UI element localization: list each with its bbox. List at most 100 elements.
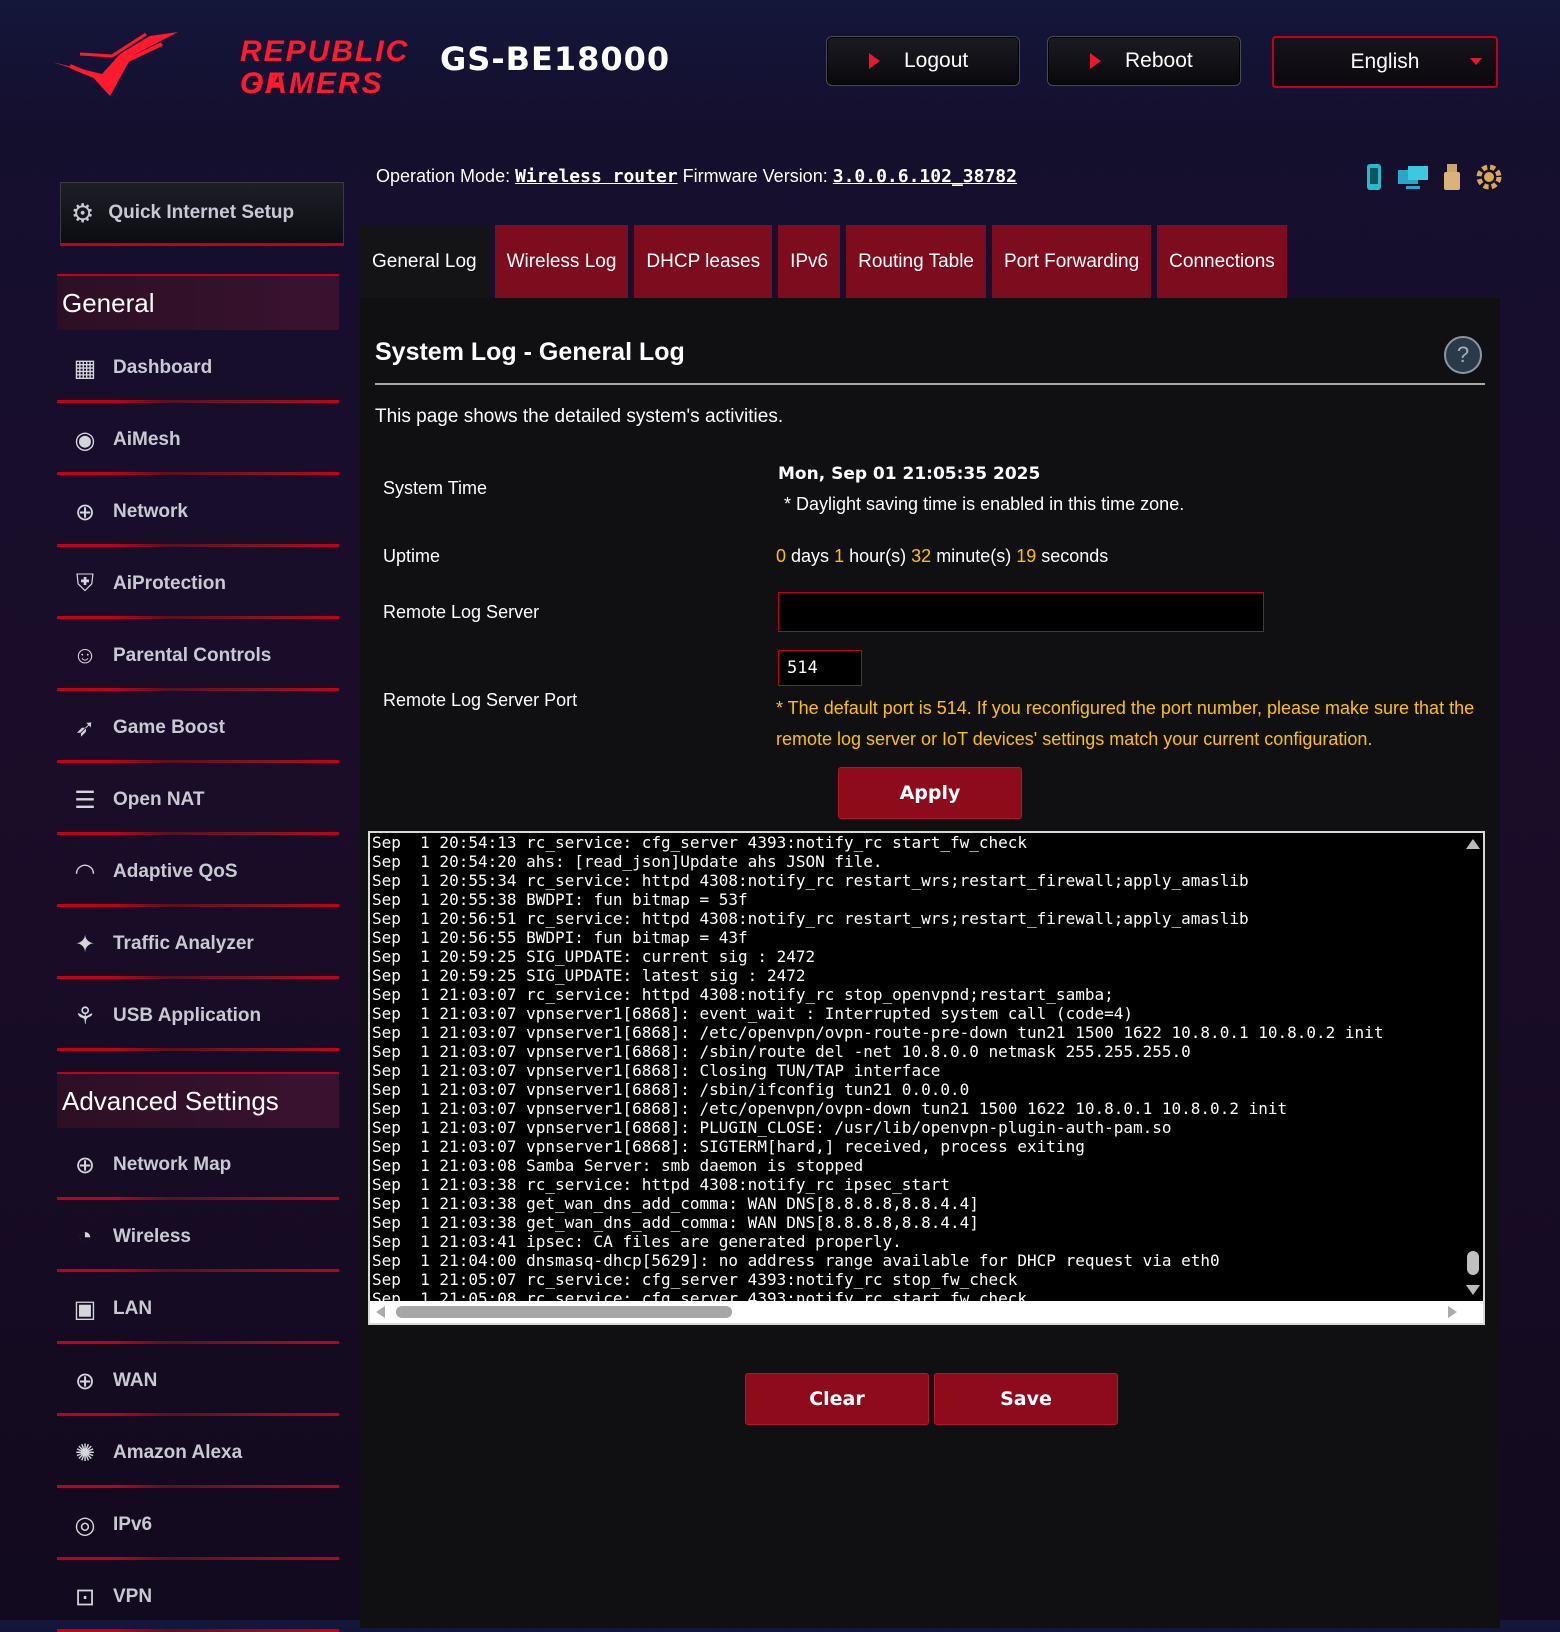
help-icon[interactable]: ? — [1444, 336, 1482, 374]
amazon-alexa-icon: ✺ — [74, 1439, 96, 1467]
log-line: Sep 1 21:03:07 vpnserver1[6868]: /etc/op… — [372, 1023, 1384, 1042]
model-name: GS-BE18000 — [440, 40, 671, 78]
rog-logo: REPUBLIC OF GAMERS — [50, 26, 430, 106]
sidebar-item-wan[interactable]: ⊕ WAN — [57, 1346, 339, 1416]
network-icon: ⊕ — [74, 498, 96, 526]
log-line: Sep 1 21:03:41 ipsec: CA files are gener… — [372, 1232, 902, 1251]
log-line: Sep 1 21:04:00 dnsmasq-dhcp[5629]: no ad… — [372, 1251, 1220, 1270]
uptime-hours-label: hour(s) — [849, 546, 907, 566]
sidebar-item-label: IPv6 — [113, 1514, 153, 1535]
wizard-icon: ⚙ — [71, 197, 95, 228]
dst-note: * Daylight saving time is enabled in thi… — [784, 494, 1185, 514]
usb-application-icon: ⚘ — [74, 1002, 96, 1030]
log-line: Sep 1 21:03:07 vpnserver1[6868]: SIGTERM… — [372, 1137, 1085, 1156]
sidebar-item-ipv6[interactable]: ◎ IPv6 — [57, 1490, 339, 1560]
usb-status-icon[interactable] — [1440, 162, 1464, 192]
reboot-button[interactable]: Reboot — [1047, 36, 1241, 86]
remote-log-server-label: Remote Log Server — [383, 602, 540, 622]
tab-routing-table[interactable]: Routing Table — [846, 225, 986, 298]
port-note: * The default port is 514. If you reconf… — [776, 698, 1475, 749]
network-map-icon: ⊕ — [74, 1151, 96, 1179]
sidebar-item-label: Game Boost — [113, 717, 225, 738]
sidebar-item-lan[interactable]: ▣ LAN — [57, 1274, 339, 1344]
log-line: Sep 1 20:55:38 BWDPI: fun bitmap = 53f — [372, 890, 748, 909]
wireless-icon: ◔ — [77, 1223, 93, 1250]
sidebar-item-label: LAN — [113, 1298, 153, 1319]
uptime-hours: 1 — [834, 546, 845, 566]
scroll-left-icon[interactable] — [376, 1306, 385, 1318]
log-textarea[interactable]: Sep 1 20:54:13 rc_service: cfg_server 43… — [368, 831, 1485, 1325]
tab-connections[interactable]: Connections — [1157, 225, 1287, 298]
sidebar-item-label: Network Map — [113, 1154, 232, 1175]
sidebar-item-network-map[interactable]: ⊕ Network Map — [57, 1130, 339, 1200]
logout-button[interactable]: Logout — [826, 36, 1020, 86]
uptime-days-label: days — [791, 546, 830, 566]
log-line: Sep 1 21:03:07 rc_service: httpd 4308:no… — [372, 985, 1114, 1004]
sidebar-item-aiprotection[interactable]: ⛨ AiProtection — [57, 549, 339, 619]
sidebar-item-aimesh[interactable]: ◉ AiMesh — [57, 405, 339, 475]
sidebar-item-adaptive-qos[interactable]: ◠ Adaptive QoS — [57, 837, 339, 907]
rog-eye-icon — [52, 32, 178, 96]
reboot-label: Reboot — [1125, 49, 1193, 72]
language-value: English — [1350, 50, 1420, 73]
game-boost-icon: ➶ — [74, 714, 96, 742]
log-line: Sep 1 20:56:55 BWDPI: fun bitmap = 43f — [372, 928, 748, 947]
firmware-link[interactable]: 3.0.0.6.102_38782 — [833, 166, 1017, 187]
tab-wireless-log[interactable]: Wireless Log — [494, 225, 629, 298]
vpn-icon: ⊡ — [74, 1583, 96, 1611]
scroll-down-icon[interactable] — [1466, 1285, 1480, 1295]
tab-port-forwarding[interactable]: Port Forwarding — [992, 225, 1152, 298]
tab-general-log[interactable]: General Log — [360, 225, 489, 298]
log-line: Sep 1 21:03:07 vpnserver1[6868]: Closing… — [372, 1061, 941, 1080]
sidebar-item-vpn[interactable]: ⊡ VPN — [57, 1562, 339, 1632]
mobile-app-icon[interactable] — [1362, 162, 1386, 192]
log-line: Sep 1 21:03:38 get_wan_dns_add_comma: WA… — [372, 1213, 979, 1232]
sidebar-item-network[interactable]: ⊕ Network — [57, 477, 339, 547]
firmware-label: Firmware Version: — [682, 166, 828, 186]
sidebar-item-open-nat[interactable]: ☰ Open NAT — [57, 765, 339, 835]
sidebar-item-wireless[interactable]: ◔ Wireless — [57, 1202, 339, 1272]
sidebar-item-label: Dashboard — [113, 357, 213, 378]
apply-button[interactable]: Apply — [838, 767, 1022, 819]
sidebar-item-traffic-analyzer[interactable]: ✦ Traffic Analyzer — [57, 909, 339, 979]
sidebar-item-usb-application[interactable]: ⚘ USB Application — [57, 981, 339, 1051]
sidebar-item-label: AiMesh — [113, 429, 181, 450]
arrow-right-icon — [1090, 53, 1101, 69]
sidebar-item-label: Parental Controls — [113, 645, 272, 666]
tab-dhcp-leases[interactable]: DHCP leases — [634, 225, 773, 298]
quick-internet-setup-button[interactable]: ⚙ Quick Internet Setup — [60, 182, 344, 246]
sidebar-item-dashboard[interactable]: ▦ Dashboard — [57, 333, 339, 403]
settings-gear-icon[interactable] — [1474, 162, 1504, 192]
arrow-right-icon — [869, 53, 880, 69]
remote-log-port-input[interactable]: 514 — [778, 650, 862, 686]
sidebar-item-amazon-alexa[interactable]: ✺ Amazon Alexa — [57, 1418, 339, 1488]
save-button[interactable]: Save — [934, 1373, 1118, 1425]
op-mode-link[interactable]: Wireless router — [515, 166, 678, 187]
sidebar-item-label: Wireless — [113, 1226, 191, 1247]
status-icons — [1362, 162, 1504, 192]
horizontal-scrollbar[interactable] — [370, 1301, 1483, 1323]
sidebar-item-label: VPN — [113, 1586, 153, 1607]
sidebar-item-parental-controls[interactable]: ☺ Parental Controls — [57, 621, 339, 691]
log-line: Sep 1 21:05:08 rc_service: cfg_server 43… — [372, 1289, 1028, 1301]
log-line: Sep 1 20:56:51 rc_service: httpd 4308:no… — [372, 909, 1249, 928]
horizontal-scroll-thumb[interactable] — [396, 1306, 732, 1318]
vertical-scroll-thumb[interactable] — [1467, 1251, 1479, 1275]
sidebar-item-label: Amazon Alexa — [113, 1442, 243, 1463]
language-select[interactable]: English — [1272, 36, 1498, 88]
sidebar-item-label: AiProtection — [113, 573, 226, 594]
dashboard-icon: ▦ — [73, 354, 97, 382]
title-divider — [375, 383, 1485, 385]
log-line: Sep 1 20:54:13 rc_service: cfg_server 43… — [372, 833, 1028, 852]
clear-button[interactable]: Clear — [745, 1373, 929, 1425]
main-panel: System Log - General Log ? This page sho… — [360, 298, 1500, 1628]
scroll-up-icon[interactable] — [1466, 839, 1480, 849]
remote-log-server-input[interactable] — [778, 592, 1264, 632]
vertical-scrollbar[interactable] — [1463, 833, 1483, 1301]
sidebar-item-label: Open NAT — [113, 789, 205, 810]
network-clients-icon[interactable] — [1396, 162, 1430, 192]
scroll-right-icon[interactable] — [1448, 1306, 1457, 1318]
sidebar-item-game-boost[interactable]: ➶ Game Boost — [57, 693, 339, 763]
tab-ipv6[interactable]: IPv6 — [778, 225, 841, 298]
system-time-label: System Time — [383, 478, 488, 498]
